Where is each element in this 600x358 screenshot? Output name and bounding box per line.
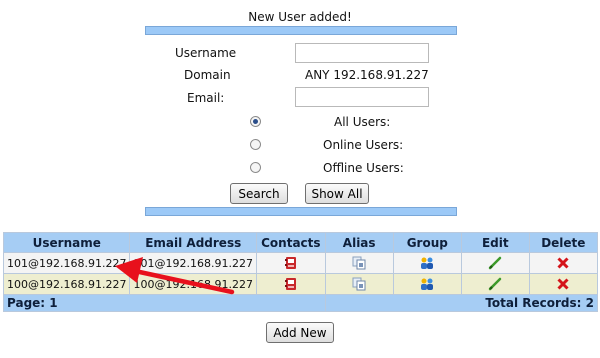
page-indicator: Page: 1 [4,295,325,311]
row-username: 101@192.168.91.227 [4,253,130,273]
delete-cell [529,274,597,294]
col-header-email[interactable]: Email Address [130,233,256,252]
domain-value: ANY 192.168.91.227 [305,68,429,82]
group-cell [393,274,461,294]
show-all-button[interactable]: Show All [305,183,369,204]
col-header-delete: Delete [529,233,597,252]
radio-offline-users[interactable] [250,162,261,173]
table-header-row: Username Email Address Contacts Alias Gr… [4,233,597,252]
alias-cell [325,253,393,273]
row-email: 100@192.168.91.227 [130,274,256,294]
alias-card-icon[interactable] [352,256,366,270]
top-divider-bar [145,26,457,35]
contacts-cell [256,274,325,294]
user-group-icon[interactable] [419,277,435,291]
email-input[interactable] [295,87,429,107]
email-label: Email: [187,91,225,105]
contacts-cell [256,253,325,273]
alias-cell [325,274,393,294]
total-records: Total Records: 2 [325,295,597,311]
username-input[interactable] [295,43,429,63]
pencil-icon[interactable] [487,276,503,292]
username-label: Username [175,46,237,60]
table-row: 101@192.168.91.227 101@192.168.91.227 [4,253,597,273]
phone-book-icon[interactable] [284,277,298,291]
online-users-label: Online Users: [323,138,404,152]
edit-cell [461,274,529,294]
col-header-username[interactable]: Username [4,233,130,252]
col-header-alias: Alias [325,233,393,252]
pencil-icon[interactable] [487,255,503,271]
table-row: 100@192.168.91.227 100@192.168.91.227 [4,274,597,294]
col-header-group: Group [393,233,461,252]
edit-cell [461,253,529,273]
table-footer-row: Page: 1 Total Records: 2 [4,295,597,311]
search-button[interactable]: Search [230,183,288,204]
col-header-contacts: Contacts [256,233,325,252]
bottom-divider-bar [145,207,457,216]
delete-cell [529,253,597,273]
status-message: New User added! [248,10,352,24]
red-x-icon[interactable] [556,277,570,291]
alias-card-icon[interactable] [352,277,366,291]
phone-book-icon[interactable] [284,256,298,270]
domain-label: Domain [184,68,231,82]
radio-all-users[interactable] [250,116,261,127]
group-cell [393,253,461,273]
user-group-icon[interactable] [419,256,435,270]
col-header-edit: Edit [461,233,529,252]
add-new-button[interactable]: Add New [266,322,334,343]
users-table: Username Email Address Contacts Alias Gr… [3,232,598,312]
row-username: 100@192.168.91.227 [4,274,130,294]
red-x-icon[interactable] [556,256,570,270]
radio-online-users[interactable] [250,139,261,150]
all-users-label: All Users: [334,115,391,129]
offline-users-label: Offline Users: [323,161,404,175]
row-email: 101@192.168.91.227 [130,253,256,273]
